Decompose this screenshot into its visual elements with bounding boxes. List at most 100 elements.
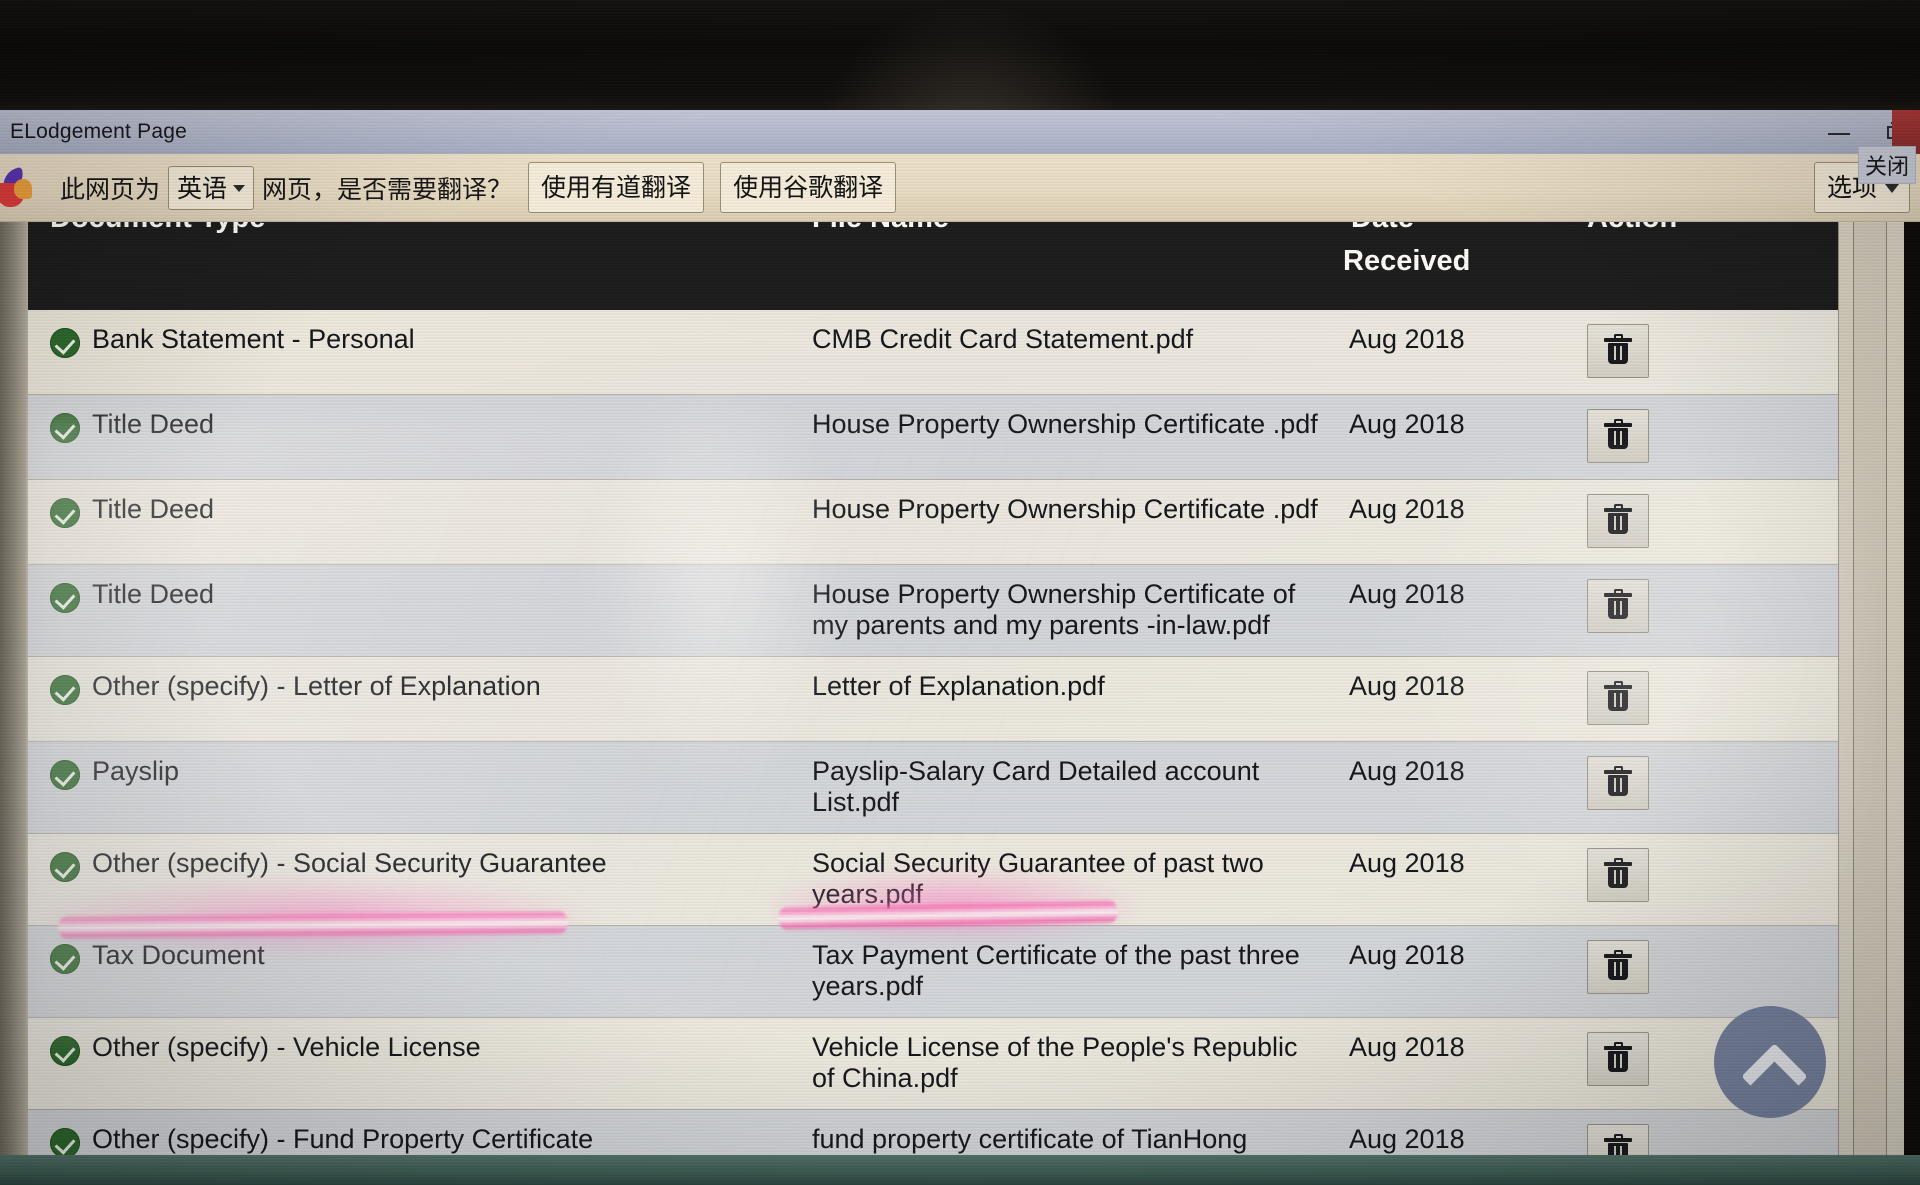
delete-document-button[interactable] xyxy=(1587,1032,1649,1086)
document-type-label: Title Deed xyxy=(92,409,215,439)
column-header-file-name: File Name xyxy=(798,222,1343,310)
document-type-label: Title Deed xyxy=(92,494,215,524)
date-received-label: Aug 2018 xyxy=(1349,1032,1465,1062)
page-body: Document Type File Name Date Received Ac… xyxy=(26,222,1904,1170)
document-list-container: Document Type File Name Date Received Ac… xyxy=(26,222,1840,1170)
minimize-icon xyxy=(1828,133,1850,135)
verified-check-icon xyxy=(50,675,80,705)
monitor-bezel-top xyxy=(0,0,1920,112)
cell-file-name: Social Security Guarantee of past two ye… xyxy=(798,833,1343,926)
chevron-up-icon xyxy=(1747,1039,1793,1085)
cell-action xyxy=(1573,310,1840,395)
date-received-label: Aug 2018 xyxy=(1349,848,1465,878)
verified-check-icon xyxy=(50,1036,80,1066)
file-name-label: Payslip-Salary Card Detailed account Lis… xyxy=(812,756,1260,817)
date-received-label: Aug 2018 xyxy=(1349,1124,1465,1154)
documents-table: Document Type File Name Date Received Ac… xyxy=(28,222,1840,1170)
document-type-label: Payslip xyxy=(92,756,180,786)
trash-icon xyxy=(1604,681,1632,711)
verified-check-icon xyxy=(50,498,80,528)
scroll-to-top-button[interactable] xyxy=(1714,1006,1826,1118)
cell-date-received: Aug 2018 xyxy=(1343,741,1573,834)
cell-action xyxy=(1573,564,1840,657)
delete-document-button[interactable] xyxy=(1587,756,1649,810)
date-received-label: Aug 2018 xyxy=(1349,494,1465,524)
cell-file-name: Payslip-Salary Card Detailed account Lis… xyxy=(798,741,1343,834)
cell-date-received: Aug 2018 xyxy=(1343,925,1573,1018)
verified-check-icon xyxy=(50,328,80,358)
file-name-label: Vehicle License of the People's Republic… xyxy=(812,1032,1298,1093)
delete-document-button[interactable] xyxy=(1587,324,1649,378)
table-row: Title Deed House Property Ownership Certi… xyxy=(28,564,1840,657)
cell-document-type: Tax Document xyxy=(28,925,798,1018)
cell-document-type: Title Deed xyxy=(28,564,798,657)
chevron-down-icon xyxy=(233,185,246,192)
cell-action xyxy=(1573,394,1840,480)
cell-action xyxy=(1573,925,1840,1018)
cell-action xyxy=(1573,479,1840,565)
file-name-label: CMB Credit Card Statement.pdf xyxy=(812,324,1194,354)
document-type-label: Other (specify) - Vehicle License xyxy=(92,1032,481,1062)
cell-date-received: Aug 2018 xyxy=(1343,1017,1573,1110)
date-received-label: Aug 2018 xyxy=(1349,940,1465,970)
delete-document-button[interactable] xyxy=(1587,940,1649,994)
cell-date-received: Aug 2018 xyxy=(1343,564,1573,657)
translate-suffix-text: 网页，是否需要翻译？ xyxy=(262,175,513,204)
minimize-button[interactable] xyxy=(1824,117,1854,147)
browser-logo-icon xyxy=(0,165,42,211)
delete-document-button[interactable] xyxy=(1587,671,1649,725)
trash-icon xyxy=(1604,766,1632,796)
document-type-label: Bank Statement - Personal xyxy=(92,324,415,354)
cell-date-received: Aug 2018 xyxy=(1343,833,1573,926)
translate-prefix-text: 此网页为 xyxy=(60,175,161,204)
translate-options-area: 选项 关闭 xyxy=(1813,146,1916,213)
table-row: Title Deed House Property Ownership Certi… xyxy=(28,479,1840,565)
cell-document-type: Payslip xyxy=(28,741,798,834)
column-header-date-received: Date Received xyxy=(1343,222,1573,310)
verified-check-icon xyxy=(50,583,80,613)
vertical-scrollbar[interactable] xyxy=(1838,222,1904,1170)
cell-document-type: Title Deed xyxy=(28,479,798,565)
trash-icon xyxy=(1604,334,1632,364)
date-received-label: Aug 2018 xyxy=(1349,409,1465,439)
trash-icon xyxy=(1604,1042,1632,1072)
delete-document-button[interactable] xyxy=(1587,409,1649,463)
window-titlebar: ELodgement Page xyxy=(0,110,1920,154)
table-row: Payslip Payslip-Salary Card Detailed acco… xyxy=(28,741,1840,834)
trash-icon xyxy=(1604,504,1632,534)
cell-date-received: Aug 2018 xyxy=(1343,394,1573,480)
cell-action xyxy=(1573,656,1840,742)
cell-document-type: Other (specify) - Letter of Explanation xyxy=(28,656,798,742)
trash-icon xyxy=(1604,589,1632,619)
cell-action xyxy=(1573,741,1840,834)
monitor-bezel-bottom xyxy=(0,1155,1920,1185)
delete-document-button[interactable] xyxy=(1587,494,1649,548)
date-received-label: Aug 2018 xyxy=(1349,324,1465,354)
documents-table-body: Bank Statement - Personal CMB Credit Card… xyxy=(28,310,1840,1170)
table-row: Other (specify) - Vehicle License Vehicle… xyxy=(28,1017,1840,1110)
document-type-label: Other (specify) - Social Security Guaran… xyxy=(92,848,607,878)
file-name-label: House Property Ownership Certificate .pd… xyxy=(812,494,1318,524)
documents-table-head: Document Type File Name Date Received Ac… xyxy=(28,222,1840,310)
cell-file-name: Vehicle License of the People's Republic… xyxy=(798,1017,1343,1110)
cell-document-type: Other (specify) - Social Security Guaran… xyxy=(28,833,798,926)
delete-document-button[interactable] xyxy=(1587,848,1649,902)
cell-file-name: Tax Payment Certificate of the past thre… xyxy=(798,925,1343,1018)
document-type-label: Other (specify) - Fund Property Certific… xyxy=(92,1124,594,1154)
verified-check-icon xyxy=(50,760,80,790)
verified-check-icon xyxy=(50,944,80,974)
youdao-translate-button[interactable]: 使用有道翻译 xyxy=(528,162,705,213)
scrollbar-track[interactable] xyxy=(1853,222,1887,1170)
trash-icon xyxy=(1604,858,1632,888)
table-header-row: Document Type File Name Date Received Ac… xyxy=(28,222,1840,310)
date-received-label: Aug 2018 xyxy=(1349,671,1465,701)
delete-document-button[interactable] xyxy=(1587,579,1649,633)
google-translate-button[interactable]: 使用谷歌翻译 xyxy=(720,162,897,213)
language-select[interactable]: 英语 xyxy=(168,165,255,210)
document-type-label: Title Deed xyxy=(92,579,215,609)
cell-document-type: Other (specify) - Vehicle License xyxy=(28,1017,798,1110)
column-header-action: Action xyxy=(1573,222,1840,310)
cell-file-name: House Property Ownership Certificate .pd… xyxy=(798,479,1343,565)
verified-check-icon xyxy=(50,413,80,443)
file-name-label: House Property Ownership Certificate .pd… xyxy=(812,409,1318,439)
